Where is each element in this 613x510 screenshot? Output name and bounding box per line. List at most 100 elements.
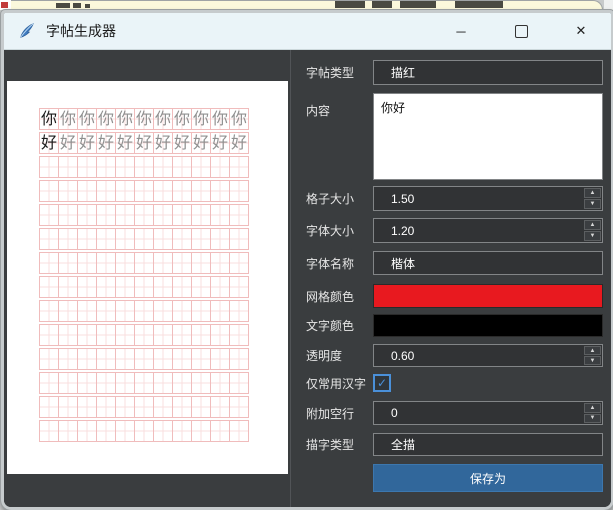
background-text-fragment — [372, 1, 392, 8]
copybook-type-label: 字帖类型 — [306, 64, 373, 81]
grid-cell — [39, 252, 59, 274]
opacity-label: 透明度 — [306, 347, 373, 364]
grid-cell — [96, 276, 116, 298]
grid-cell — [96, 348, 116, 370]
grid-cell — [58, 420, 78, 442]
grid-cell — [191, 420, 211, 442]
spin-down-button[interactable]: ▼ — [584, 356, 601, 365]
spin-up-icon: ▲ — [590, 190, 596, 196]
close-button[interactable]: ✕ — [551, 13, 611, 49]
background-text-fragment — [400, 1, 436, 8]
grid-cell — [153, 396, 173, 418]
titlebar[interactable]: 字帖生成器 ─ ✕ — [4, 13, 611, 50]
grid-cell — [115, 420, 135, 442]
grid-cell — [153, 180, 173, 202]
text-color-swatch[interactable] — [373, 314, 603, 337]
minimize-button[interactable]: ─ — [431, 13, 491, 49]
spinner-buttons: ▲ ▼ — [584, 403, 601, 423]
grid-color-label: 网格颜色 — [306, 288, 373, 305]
window-title: 字帖生成器 — [46, 21, 116, 41]
background-text-fragment — [455, 1, 503, 8]
spin-up-icon: ▲ — [590, 222, 596, 228]
grid-cell — [134, 180, 154, 202]
grid-cell — [229, 300, 249, 322]
practice-character: 好 — [155, 135, 171, 151]
grid-cell: 好 — [229, 132, 249, 154]
grid-cell: 你 — [229, 108, 249, 130]
spin-up-icon: ▲ — [590, 405, 596, 411]
grid-cell — [96, 372, 116, 394]
grid-color-swatch[interactable] — [373, 284, 603, 308]
spin-up-button[interactable]: ▲ — [584, 188, 601, 198]
spin-down-button[interactable]: ▼ — [584, 414, 601, 424]
background-window-sliver — [0, 0, 603, 10]
common-only-checkbox[interactable]: ✓ — [373, 374, 391, 392]
grid-cell — [210, 252, 230, 274]
spin-down-button[interactable]: ▼ — [584, 199, 601, 209]
grid-cell — [77, 204, 97, 226]
spin-down-icon: ▼ — [590, 415, 596, 421]
grid-cell — [58, 324, 78, 346]
font-name-input[interactable]: 楷体 — [373, 251, 603, 275]
font-size-spinbox[interactable]: 1.20 ▲ ▼ — [373, 218, 603, 243]
grid-cell — [229, 372, 249, 394]
close-icon: ✕ — [576, 23, 587, 39]
grid-cell — [172, 180, 192, 202]
grid-cell — [172, 276, 192, 298]
grid-cell — [229, 396, 249, 418]
grid-cell — [153, 156, 173, 178]
spin-up-button[interactable]: ▲ — [584, 220, 601, 230]
background-logo-red — [1, 2, 8, 8]
grid-cell — [229, 420, 249, 442]
grid-cell — [172, 156, 192, 178]
grid-cell — [134, 372, 154, 394]
grid-cell — [153, 420, 173, 442]
maximize-button[interactable] — [491, 13, 551, 49]
app-window: 字帖生成器 ─ ✕ 你你你你你你你你你你你好好好好好好好好好好好 字帖类型 描红 — [1, 10, 613, 510]
grid-cell — [96, 420, 116, 442]
spin-up-button[interactable]: ▲ — [584, 346, 601, 355]
grid-cell — [210, 300, 230, 322]
grid-cell — [96, 228, 116, 250]
practice-character: 你 — [193, 111, 209, 127]
grid-cell — [77, 276, 97, 298]
grid-cell — [210, 324, 230, 346]
grid-cell — [77, 396, 97, 418]
opacity-spinbox[interactable]: 0.60 ▲ ▼ — [373, 344, 603, 367]
form-row-opacity: 透明度 0.60 ▲ ▼ — [306, 344, 603, 367]
grid-cell — [153, 204, 173, 226]
grid-cell — [172, 372, 192, 394]
grid-cell — [58, 276, 78, 298]
practice-character: 好 — [231, 135, 247, 151]
copybook-type-input[interactable]: 描红 — [373, 60, 603, 85]
extra-blank-lines-spinbox[interactable]: 0 ▲ ▼ — [373, 401, 603, 425]
grid-size-spinbox[interactable]: 1.50 ▲ ▼ — [373, 186, 603, 211]
grid-cell — [96, 300, 116, 322]
grid-cell — [134, 324, 154, 346]
content-textarea[interactable]: 你好 — [373, 93, 603, 180]
grid-cell — [115, 180, 135, 202]
form-row-extra-blank-lines: 附加空行 0 ▲ ▼ — [306, 401, 603, 425]
grid-cell — [96, 396, 116, 418]
grid-cell — [229, 324, 249, 346]
grid-cell — [39, 372, 59, 394]
grid-cell — [172, 204, 192, 226]
background-corner — [604, 0, 613, 10]
grid-cell: 你 — [39, 108, 59, 130]
grid-cell — [191, 252, 211, 274]
grid-cell — [134, 228, 154, 250]
save-button[interactable]: 保存为 — [373, 464, 603, 492]
trace-type-input[interactable]: 全描 — [373, 433, 603, 456]
spin-down-button[interactable]: ▼ — [584, 231, 601, 241]
grid-cell — [134, 420, 154, 442]
grid-cell: 好 — [191, 132, 211, 154]
grid-cell: 好 — [210, 132, 230, 154]
spin-up-icon: ▲ — [590, 348, 596, 354]
grid-cell — [191, 276, 211, 298]
spinner-buttons: ▲ ▼ — [584, 220, 601, 241]
grid-cell — [210, 372, 230, 394]
grid-cell — [134, 156, 154, 178]
form-row-content: 内容 你好 — [306, 93, 603, 180]
spin-up-button[interactable]: ▲ — [584, 403, 601, 413]
grid-cell — [96, 252, 116, 274]
